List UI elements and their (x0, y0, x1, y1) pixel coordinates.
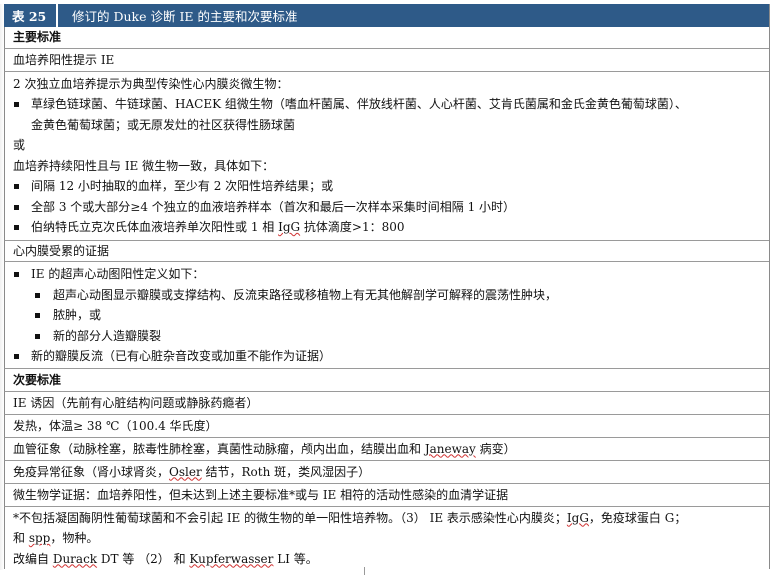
minor-item-immunologic-pre: 免疫异常征象（肾小球肾炎， (13, 464, 170, 479)
table-title-bar: 表 25 修订的 Duke 诊断 IE 的主要和次要标准 (4, 4, 769, 27)
page-edge-mark (364, 567, 365, 575)
minor-item-fever: 发热，体温≥ 38 ℃（100.4 华氏度） (4, 414, 769, 438)
bc-bullet-organisms-text: 草绿色链球菌、牛链球菌、HACEK 组微生物（嗜血杆菌属、伴放线杆菌、人心杆菌、… (31, 97, 687, 111)
blood-culture-block: 2 次独立血培养提示为典型传染性心内膜炎微生物： 草绿色链球菌、牛链球菌、HAC… (4, 71, 769, 241)
table-footnote: *不包括凝固酶阴性葡萄球菌和不会引起 IE 的微生物的单一阳性培养物。（3） I… (4, 506, 769, 570)
minor-item-vascular-pre: 血管征象（动脉栓塞，脓毒性肺栓塞，真菌性动脉瘤，颅内出血，结膜出血和 (13, 441, 425, 456)
bc-bullet-organisms-cont: 金黄色葡萄球菌；或无原发灶的社区获得性肠球菌 (31, 117, 296, 132)
footnote-line-3-mid: DT 等 （2） 和 (97, 551, 190, 566)
blood-culture-heading: 血培养阳性提示 IE (4, 48, 769, 72)
footnote-line-3-post: LI 等。 (273, 551, 318, 566)
janeway-term: Janeway (424, 441, 476, 456)
table-title: 修订的 Duke 诊断 IE 的主要和次要标准 (72, 9, 298, 24)
minor-item-immunologic: 免疫异常征象（肾小球肾炎，Osler 结节，Roth 斑，类风湿因子） (4, 460, 769, 484)
minor-criteria-heading: 次要标准 (4, 368, 769, 392)
footnote-line-1: *不包括凝固酶阴性葡萄球菌和不会引起 IE 的微生物的单一阳性培养物。（3） I… (13, 508, 763, 529)
bc-bullet-samples: 全部 3 个或大部分≥4 个独立的血液培养样本（首次和最后一次样本采集时间相隔 … (13, 197, 763, 218)
duke-criteria-table: 表 25 修订的 Duke 诊断 IE 的主要和次要标准 主要标准 血培养阳性提… (4, 4, 770, 569)
endo-bullet-regurgitation: 新的瓣膜反流（已有心脏杂音改变或加重不能作为证据） (13, 346, 763, 367)
bc-bullet-interval: 间隔 12 小时抽取的血样，至少有 2 次阳性培养结果；或 (13, 176, 763, 197)
footnote-line-3-pre: 改编自 (13, 551, 53, 566)
minor-item-microbiologic: 微生物学证据：血培养阳性，但未达到上述主要标准*或与 IE 相符的活动性感染的血… (4, 483, 769, 507)
footnote-kupferwasser: Kupferwasser (189, 551, 274, 566)
igg-term: IgG (278, 220, 301, 234)
footnote-line-3: 改编自 Durack DT 等 （2） 和 Kupferwasser LI 等。 (13, 549, 763, 570)
osler-term: Osler (169, 464, 202, 479)
bc-or: 或 (13, 138, 26, 152)
endo-bullet-echo: IE 的超声心动图阳性定义如下： (13, 264, 763, 285)
major-criteria-heading: 主要标准 (4, 27, 769, 49)
footnote-line-1-post: ，免疫球蛋白 G； (588, 510, 687, 525)
bc-bullet-coxiella-post: 抗体滴度>1：800 (300, 220, 405, 234)
footnote-line-1-pre: *不包括凝固酶阴性葡萄球菌和不会引起 IE 的微生物的单一阳性培养物。（3） I… (13, 510, 567, 525)
minor-item-predisposition: IE 诱因（先前有心脏结构问题或静脉药瘾者） (4, 391, 769, 415)
bc-bullet-coxiella-pre: 伯纳特氏立克次氏体血液培养单次阳性或 1 相 (31, 220, 279, 234)
endocardial-block: IE 的超声心动图阳性定义如下： 超声心动图显示瓣膜或支撑结构、反流束路径或移植… (4, 262, 769, 369)
bc-bullet-organisms: 草绿色链球菌、牛链球菌、HACEK 组微生物（嗜血杆菌属、伴放线杆菌、人心杆菌、… (13, 94, 763, 115)
bc-persistent: 血培养持续阳性且与 IE 微生物一致，具体如下： (13, 158, 275, 173)
table-number: 表 25 (12, 9, 47, 24)
minor-item-vascular: 血管征象（动脉栓塞，脓毒性肺栓塞，真菌性动脉瘤，颅内出血，结膜出血和 Janew… (4, 437, 769, 461)
bc-bullet-coxiella: 伯纳特氏立克次氏体血液培养单次阳性或 1 相 IgG 抗体滴度>1：800 (13, 217, 763, 238)
endo-sub-dehiscence: 新的部分人造瓣膜裂 (13, 326, 763, 347)
minor-item-vascular-post: 病变） (475, 441, 516, 456)
footnote-line-2: 和 spp，物种。 (13, 528, 763, 549)
footnote-durack: Durack (52, 551, 98, 566)
footnote-spp: spp (28, 531, 51, 545)
endo-sub-abscess: 脓肿，或 (13, 305, 763, 326)
endo-sub-mass: 超声心动图显示瓣膜或支撑结构、反流束路径或移植物上有无其他解剖学可解释的震荡性肿… (13, 285, 763, 306)
bc-intro: 2 次独立血培养提示为典型传染性心内膜炎微生物： (13, 76, 289, 91)
footnote-line-2-pre: 和 (13, 531, 29, 545)
footnote-igg: IgG (566, 510, 589, 525)
minor-item-immunologic-post: 结节，Roth 斑，类风湿因子） (201, 464, 371, 479)
endocardial-heading: 心内膜受累的证据 (4, 240, 769, 262)
footnote-line-2-post: ，物种。 (50, 531, 99, 545)
